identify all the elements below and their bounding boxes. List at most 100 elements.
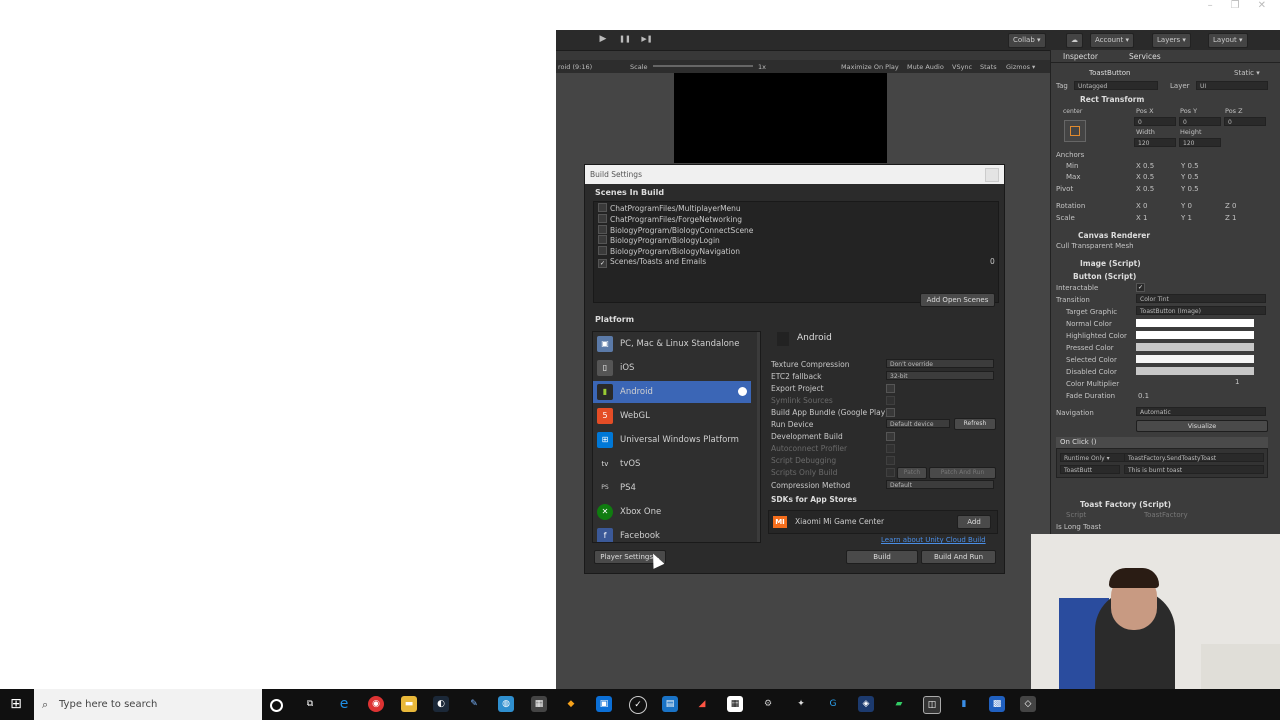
scene-checkbox[interactable] bbox=[598, 203, 607, 212]
list-item[interactable]: BiologyProgram/BiologyLogin bbox=[598, 235, 720, 245]
app-icon[interactable]: ◢ bbox=[694, 696, 710, 712]
image-script-header[interactable]: Image (Script) bbox=[1056, 259, 1266, 271]
app-icon[interactable]: ✦ bbox=[793, 696, 809, 712]
run-device-dropdown[interactable]: Default device bbox=[886, 419, 950, 428]
maximize-icon[interactable]: ❐ bbox=[1231, 0, 1240, 14]
scene-checkbox[interactable] bbox=[598, 214, 607, 223]
platform-item-pc[interactable]: ▣ PC, Mac & Linux Standalone bbox=[593, 333, 751, 355]
unity-icon[interactable]: ◇ bbox=[1020, 696, 1036, 712]
app-icon[interactable]: ◍ bbox=[498, 696, 514, 712]
task-view-icon[interactable]: ⧉ bbox=[302, 696, 318, 712]
app-icon[interactable]: ◫ bbox=[923, 696, 941, 714]
scale-z[interactable]: Z 1 bbox=[1225, 214, 1236, 222]
app-icon[interactable]: ▦ bbox=[531, 696, 547, 712]
cloud-build-link[interactable]: Learn about Unity Cloud Build bbox=[881, 536, 986, 544]
platform-item-facebook[interactable]: f Facebook bbox=[593, 525, 751, 542]
app-icon[interactable]: ▣ bbox=[596, 696, 612, 712]
maximize-on-play-toggle[interactable]: Maximize On Play bbox=[841, 63, 899, 71]
fade-duration-value[interactable]: 0.1 bbox=[1138, 392, 1149, 400]
vsync-toggle[interactable]: VSync bbox=[952, 63, 972, 71]
min-x[interactable]: X 0.5 bbox=[1136, 162, 1154, 170]
patch-button[interactable]: Patch bbox=[897, 467, 927, 479]
sdk-add-button[interactable]: Add bbox=[957, 515, 991, 529]
rotation-z[interactable]: Z 0 bbox=[1225, 202, 1236, 210]
compression-method-dropdown[interactable]: Default bbox=[886, 480, 994, 489]
interactable-checkbox[interactable]: ✓ bbox=[1136, 283, 1145, 292]
function-dropdown[interactable]: ToastFactory.SendToastyToast bbox=[1124, 453, 1264, 462]
add-open-scenes-button[interactable]: Add Open Scenes bbox=[920, 293, 995, 307]
layout-button[interactable]: Layout ▾ bbox=[1208, 33, 1248, 48]
object-name[interactable]: ToastButton bbox=[1089, 69, 1131, 77]
steam-icon[interactable]: ◐ bbox=[433, 696, 449, 712]
refresh-button[interactable]: Refresh bbox=[954, 418, 996, 430]
list-item[interactable]: BiologyProgram/BiologyNavigation bbox=[598, 246, 740, 256]
build-and-run-button[interactable]: Build And Run bbox=[921, 550, 996, 564]
button-script-header[interactable]: Button (Script) bbox=[1056, 272, 1266, 284]
target-graphic-field[interactable]: ToastButton (Image) bbox=[1136, 306, 1266, 315]
cortana-icon[interactable] bbox=[270, 699, 283, 712]
width-field[interactable]: 120 bbox=[1134, 138, 1176, 147]
posx-field[interactable]: 0 bbox=[1134, 117, 1176, 126]
app-icon[interactable]: ✓ bbox=[629, 696, 647, 714]
min-y[interactable]: Y 0.5 bbox=[1181, 162, 1199, 170]
color-multiplier-value[interactable]: 1 bbox=[1235, 378, 1239, 386]
transition-dropdown[interactable]: Color Tint bbox=[1136, 294, 1266, 303]
layers-button[interactable]: Layers ▾ bbox=[1152, 33, 1191, 48]
play-button[interactable]: ▶ bbox=[594, 33, 612, 46]
posy-field[interactable]: 0 bbox=[1179, 117, 1221, 126]
file-explorer-icon[interactable]: ▬ bbox=[401, 696, 417, 712]
aspect-dropdown[interactable]: roid (9:16) bbox=[558, 63, 592, 71]
selected-color-swatch[interactable] bbox=[1136, 355, 1254, 363]
pressed-color-swatch[interactable] bbox=[1136, 343, 1254, 351]
app-icon[interactable]: ▩ bbox=[989, 696, 1005, 712]
list-item[interactable]: BiologyProgram/BiologyConnectScene bbox=[598, 225, 753, 235]
scene-checkbox[interactable] bbox=[598, 235, 607, 244]
step-button[interactable]: ▶❚ bbox=[638, 33, 656, 46]
scale-y[interactable]: Y 1 bbox=[1181, 214, 1192, 222]
autoconnect-profiler-checkbox[interactable] bbox=[886, 444, 895, 453]
scene-checkbox[interactable] bbox=[598, 225, 607, 234]
gizmos-dropdown[interactable]: Gizmos ▾ bbox=[1006, 63, 1035, 71]
tab-services[interactable]: Services bbox=[1129, 52, 1161, 61]
app-icon[interactable]: ▤ bbox=[662, 696, 678, 712]
cloud-button[interactable]: ☁ bbox=[1066, 33, 1083, 48]
app-icon[interactable]: ⚙ bbox=[760, 696, 776, 712]
collab-button[interactable]: Collab ▾ bbox=[1008, 33, 1046, 48]
calculator-icon[interactable]: ▦ bbox=[727, 696, 743, 712]
close-icon[interactable] bbox=[985, 168, 999, 182]
disabled-color-swatch[interactable] bbox=[1136, 367, 1254, 375]
app-icon[interactable]: G bbox=[825, 696, 841, 712]
symlink-sources-checkbox[interactable] bbox=[886, 396, 895, 405]
visualize-button[interactable]: Visualize bbox=[1136, 420, 1268, 432]
list-item[interactable]: ✓ Scenes/Toasts and Emails bbox=[598, 257, 706, 268]
onclick-argument-field[interactable]: This is burnt toast bbox=[1124, 465, 1264, 474]
onclick-object-field[interactable]: ToastButt bbox=[1060, 465, 1120, 474]
runtime-dropdown[interactable]: Runtime Only ▾ bbox=[1060, 453, 1126, 462]
app-icon[interactable]: ▮ bbox=[956, 696, 972, 712]
rotation-x[interactable]: X 0 bbox=[1136, 202, 1147, 210]
pivot-y[interactable]: Y 0.5 bbox=[1181, 185, 1199, 193]
development-build-checkbox[interactable] bbox=[886, 432, 895, 441]
platform-item-uwp[interactable]: ⊞ Universal Windows Platform bbox=[593, 429, 751, 451]
pause-button[interactable]: ❚❚ bbox=[616, 33, 634, 46]
platform-item-android[interactable]: ▮ Android bbox=[593, 381, 751, 403]
navigation-dropdown[interactable]: Automatic bbox=[1136, 407, 1266, 416]
platform-item-ps4[interactable]: PS PS4 bbox=[593, 477, 751, 499]
build-button[interactable]: Build bbox=[846, 550, 918, 564]
scene-checkbox[interactable] bbox=[598, 246, 607, 255]
platform-item-tvos[interactable]: tv tvOS bbox=[593, 453, 751, 475]
build-app-bundle-checkbox[interactable] bbox=[886, 408, 895, 417]
scene-checkbox[interactable]: ✓ bbox=[598, 259, 607, 268]
patch-and-run-button[interactable]: Patch And Run bbox=[929, 467, 996, 479]
layer-dropdown[interactable]: UI bbox=[1196, 81, 1268, 90]
chrome-icon[interactable]: ◉ bbox=[368, 696, 384, 712]
scale-x[interactable]: X 1 bbox=[1136, 214, 1147, 222]
height-field[interactable]: 120 bbox=[1179, 138, 1221, 147]
max-y[interactable]: Y 0.5 bbox=[1181, 173, 1199, 181]
platform-scrollbar[interactable] bbox=[757, 332, 760, 542]
max-x[interactable]: X 0.5 bbox=[1136, 173, 1154, 181]
app-icon[interactable]: ◈ bbox=[858, 696, 874, 712]
static-dropdown[interactable]: Static ▾ bbox=[1234, 69, 1260, 77]
windows-start-icon[interactable]: ⊞ bbox=[0, 689, 32, 720]
app-icon[interactable]: ▰ bbox=[891, 696, 907, 712]
